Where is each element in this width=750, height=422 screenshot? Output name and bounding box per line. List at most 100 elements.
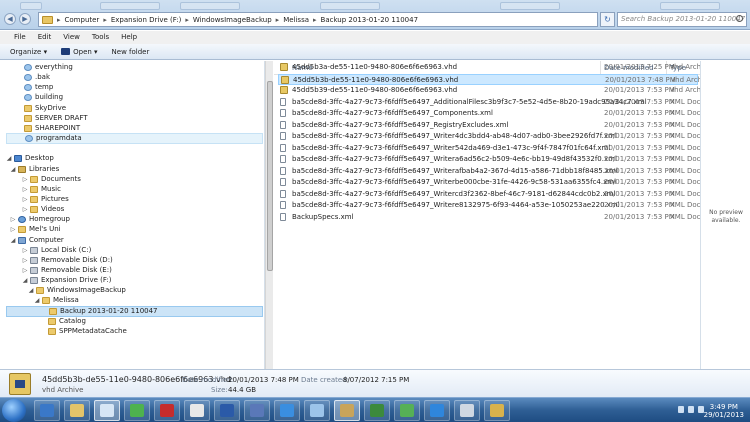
- taskbar-word-button[interactable]: [214, 400, 240, 421]
- file-row[interactable]: ba5cde8d-3ffc-4a27-9c73-f6fdff5e6497_Wri…: [278, 131, 700, 142]
- folder-icon: [18, 226, 26, 234]
- navigation-scrollbar[interactable]: [265, 61, 273, 369]
- taskbar-media-player-button[interactable]: [34, 400, 60, 421]
- nav-item-label: programdata: [36, 134, 82, 143]
- folder-icon: [36, 287, 44, 295]
- taskbar-timer-button[interactable]: [394, 400, 420, 421]
- file-row[interactable]: 45dd5b3a-de55-11e0-9480-806e6f6e6963.vhd…: [278, 62, 700, 73]
- vhd-icon: [280, 86, 288, 94]
- blue-folder-icon: [24, 94, 32, 102]
- file-name: ba5cde8d-3ffc-4a27-9c73-f6fdff5e6497_Add…: [292, 97, 647, 106]
- file-row[interactable]: ba5cde8d-3ffc-4a27-9c73-f6fdff5e6497_Wri…: [278, 143, 700, 154]
- taskbar-window-button[interactable]: [304, 400, 330, 421]
- folder-icon: [42, 15, 53, 24]
- file-name: BackupSpecs.xml: [292, 212, 354, 221]
- file-type: XML Doc: [670, 109, 700, 117]
- folder-icon: [24, 114, 32, 122]
- back-button[interactable]: ◀: [4, 13, 16, 25]
- nav-item-sppmetadatacache[interactable]: SPPMetadataCache: [6, 326, 186, 337]
- breadcrumb-computer[interactable]: Computer: [65, 16, 100, 24]
- taskbar-console-button[interactable]: [364, 400, 390, 421]
- file-date-modified: 20/01/2013 7:53 PM: [604, 97, 675, 106]
- vhd-icon: [281, 75, 289, 84]
- network-tray-icon[interactable]: [688, 406, 694, 413]
- folder-icon: [48, 317, 56, 325]
- folder-icon: [30, 185, 38, 193]
- taskbar-docs-button[interactable]: [184, 400, 210, 421]
- menu-tools[interactable]: Tools: [86, 31, 115, 44]
- file-row[interactable]: ba5cde8d-3ffc-4a27-9c73-f6fdff5e6497_Wri…: [278, 200, 700, 211]
- taskbar-explorer-folder-button[interactable]: [64, 400, 90, 421]
- file-date-modified: 20/01/2013 7:53 PM: [604, 155, 675, 163]
- viewer-icon: [250, 404, 264, 417]
- forward-button[interactable]: ▶: [19, 13, 31, 25]
- breadcrumb-backup[interactable]: Backup 2013-01-20 110047: [321, 16, 419, 24]
- taskbar-folder-button[interactable]: [484, 400, 510, 421]
- chevron-right-icon: ▸: [313, 15, 317, 24]
- tray-arrow-icon[interactable]: [678, 406, 684, 413]
- chevron-right-icon: ▸: [103, 15, 107, 24]
- taskbar-clock-button[interactable]: [124, 400, 150, 421]
- folder-icon: [24, 124, 32, 132]
- folder-icon: [30, 195, 38, 203]
- file-row[interactable]: 45dd5b39-de55-11e0-9480-806e6f6e6963.vhd…: [278, 85, 700, 96]
- xml-icon: [280, 201, 286, 209]
- ghost-tab: [20, 2, 42, 10]
- nav-item-programdata[interactable]: programdata: [6, 133, 263, 145]
- menu-help[interactable]: Help: [115, 31, 143, 44]
- library-icon: [18, 165, 26, 173]
- file-type: XML Doc: [670, 120, 700, 129]
- folder-icon: [490, 404, 504, 417]
- search-input[interactable]: Search Backup 2013-01-20 110047: [617, 12, 747, 27]
- breadcrumb-windowsimagebackup[interactable]: WindowsImageBackup: [193, 16, 272, 24]
- file-row[interactable]: ba5cde8d-3ffc-4a27-9c73-f6fdff5e6497_Wri…: [278, 166, 700, 177]
- file-date-modified: 20/01/2013 7:48 PM: [605, 75, 676, 84]
- breadcrumb-expansion-drive[interactable]: Expansion Drive (F:): [111, 16, 181, 24]
- clock[interactable]: 3:49 PM 29/01/2013: [704, 403, 744, 419]
- menu-edit[interactable]: Edit: [32, 31, 58, 44]
- nav-item-label: SPPMetadataCache: [59, 326, 127, 335]
- search-placeholder: Search Backup 2013-01-20 110047: [621, 15, 746, 23]
- taskbar-archive-button[interactable]: [334, 400, 360, 421]
- taskbar-mail-button[interactable]: [274, 400, 300, 421]
- menu-view[interactable]: View: [57, 31, 86, 44]
- file-type: vhd Archi: [670, 63, 700, 71]
- refresh-button[interactable]: ↻: [600, 12, 615, 27]
- file-name: ba5cde8d-3ffc-4a27-9c73-f6fdff5e6497_Wri…: [292, 132, 617, 140]
- file-list: Name Date modified Type 45dd5b3a-de55-11…: [274, 61, 700, 369]
- organize-button[interactable]: Organize ▾: [10, 48, 47, 56]
- blue-folder-icon: [24, 74, 32, 82]
- file-name: ba5cde8d-3ffc-4a27-9c73-f6fdff5e6497_Wri…: [292, 201, 620, 209]
- file-row[interactable]: 45dd5b3b-de55-11e0-9480-806e6f6e6963.vhd…: [278, 73, 700, 85]
- file-row[interactable]: ba5cde8d-3ffc-4a27-9c73-f6fdff5e6497_Reg…: [278, 120, 700, 131]
- file-row[interactable]: ba5cde8d-3ffc-4a27-9c73-f6fdff5e6497_Add…: [278, 97, 700, 108]
- breadcrumb-melissa[interactable]: Melissa: [283, 16, 309, 24]
- taskbar-pdf-reader-button[interactable]: [154, 400, 180, 421]
- drive-icon: [30, 256, 38, 264]
- file-row[interactable]: BackupSpecs.xml 20/01/2013 7:53 PM XML Doc: [278, 212, 700, 223]
- address-bar[interactable]: ▸ Computer ▸ Expansion Drive (F:) ▸ Wind…: [38, 12, 598, 27]
- file-type: XML Doc: [670, 212, 700, 221]
- taskbar-browser-button[interactable]: [424, 400, 450, 421]
- file-type: XML Doc: [670, 143, 700, 152]
- file-row[interactable]: ba5cde8d-3ffc-4a27-9c73-f6fdff5e6497_Wri…: [278, 177, 700, 188]
- file-row[interactable]: ba5cde8d-3ffc-4a27-9c73-f6fdff5e6497_Com…: [278, 108, 700, 119]
- open-button[interactable]: Open ▾: [61, 48, 98, 56]
- file-name: ba5cde8d-3ffc-4a27-9c73-f6fdff5e6497_Wri…: [292, 189, 616, 198]
- file-row[interactable]: ba5cde8d-3ffc-4a27-9c73-f6fdff5e6497_Wri…: [278, 189, 700, 200]
- taskbar-viewer-button[interactable]: [244, 400, 270, 421]
- taskbar-tool-button[interactable]: [454, 400, 480, 421]
- folder-icon: [49, 307, 57, 315]
- taskbar-paint-button[interactable]: [94, 400, 120, 421]
- file-date-modified: 20/01/2013 7:53 PM: [604, 109, 675, 117]
- scrollbar-thumb[interactable]: [267, 81, 273, 271]
- details-pane: 45dd5b3b-de55-11e0-9480-806e6f6e6963.vhd…: [0, 369, 750, 397]
- ghost-tab: [660, 2, 720, 10]
- file-date-modified: 20/01/2013 7:53 PM: [604, 189, 675, 198]
- menu-file[interactable]: File: [8, 31, 32, 44]
- file-row[interactable]: ba5cde8d-3ffc-4a27-9c73-f6fdff5e6497_Wri…: [278, 154, 700, 165]
- start-button[interactable]: [2, 399, 26, 422]
- blue-folder-icon: [24, 64, 32, 71]
- chevron-right-icon: ▸: [185, 15, 189, 24]
- new-folder-button[interactable]: New folder: [112, 48, 150, 56]
